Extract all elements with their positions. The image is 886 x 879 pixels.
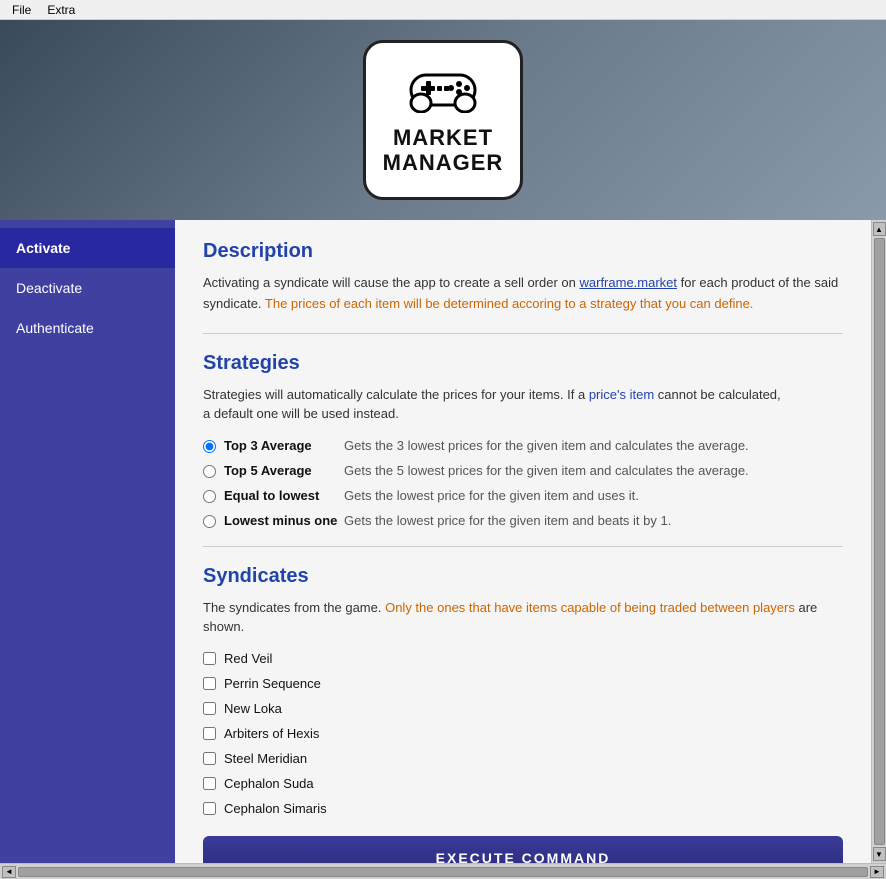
syndicate-checkbox-cephalon-simaris[interactable]: [203, 802, 216, 815]
syndicate-label-red-veil: Red Veil: [224, 651, 272, 666]
desc-text-1: Activating a syndicate will cause the ap…: [203, 275, 580, 290]
syndicate-item-arbiters: Arbiters of Hexis: [203, 726, 843, 741]
syndicate-checkbox-red-veil[interactable]: [203, 652, 216, 665]
syndicates-title: Syndicates: [203, 565, 843, 588]
syndicate-label-cephalon-simaris: Cephalon Simaris: [224, 801, 327, 816]
scroll-right-arrow[interactable]: ►: [870, 866, 884, 878]
syndicate-item-new-loka: New Loka: [203, 701, 843, 716]
syndicate-item-cephalon-suda: Cephalon Suda: [203, 776, 843, 791]
sidebar-item-authenticate[interactable]: Authenticate: [0, 308, 175, 348]
syn-desc-orange: Only the ones that have items capable of…: [385, 600, 795, 615]
syndicates-description: The syndicates from the game. Only the o…: [203, 598, 843, 637]
execute-btn-wrap: EXECUTE COMMAND: [203, 836, 843, 863]
strategy-label-top5: Top 5 Average: [224, 463, 344, 478]
strategy-item-top5: Top 5 Average Gets the 5 lowest prices f…: [203, 463, 843, 478]
sidebar: Activate Deactivate Authenticate: [0, 220, 175, 863]
strategy-label-lowest: Equal to lowest: [224, 488, 344, 503]
strategy-item-top3: Top 3 Average Gets the 3 lowest prices f…: [203, 438, 843, 453]
syndicate-label-steel: Steel Meridian: [224, 751, 307, 766]
execute-button[interactable]: EXECUTE COMMAND: [203, 836, 843, 863]
strategy-label-lowest-minus: Lowest minus one: [224, 513, 344, 528]
strategy-radio-lowest-minus[interactable]: [203, 515, 216, 528]
strat-desc-1: Strategies will automatically calculate …: [203, 387, 589, 402]
syndicate-label-arbiters: Arbiters of Hexis: [224, 726, 319, 741]
strategy-item-lowest-minus: Lowest minus one Gets the lowest price f…: [203, 513, 843, 528]
syndicate-item-perrin: Perrin Sequence: [203, 676, 843, 691]
strategy-desc-top3: Gets the 3 lowest prices for the given i…: [344, 438, 749, 453]
scroll-thumb[interactable]: [874, 238, 885, 845]
logo-box: MARKETMANAGER: [363, 40, 523, 200]
syndicate-label-cephalon-suda: Cephalon Suda: [224, 776, 314, 791]
syndicate-checkbox-new-loka[interactable]: [203, 702, 216, 715]
scroll-h-thumb[interactable]: [18, 867, 868, 877]
strategy-radio-top3[interactable]: [203, 440, 216, 453]
menu-file[interactable]: File: [4, 1, 39, 19]
syndicate-label-new-loka: New Loka: [224, 701, 282, 716]
syndicate-label-perrin: Perrin Sequence: [224, 676, 321, 691]
syndicate-checkbox-perrin[interactable]: [203, 677, 216, 690]
scrollbar: ▲ ▼: [871, 220, 886, 863]
strategies-title: Strategies: [203, 352, 843, 375]
syndicate-checkbox-arbiters[interactable]: [203, 727, 216, 740]
sidebar-item-activate[interactable]: Activate: [0, 228, 175, 268]
divider-2: [203, 546, 843, 547]
strategies-description: Strategies will automatically calculate …: [203, 385, 843, 424]
syndicate-item-steel: Steel Meridian: [203, 751, 843, 766]
scroll-up-arrow[interactable]: ▲: [873, 222, 886, 236]
syndicate-item-cephalon-simaris: Cephalon Simaris: [203, 801, 843, 816]
scroll-down-arrow[interactable]: ▼: [873, 847, 886, 861]
syndicate-list: Red Veil Perrin Sequence New Loka Arbite…: [203, 651, 843, 816]
description-text: Activating a syndicate will cause the ap…: [203, 273, 843, 315]
syn-desc-1: The syndicates from the game.: [203, 600, 385, 615]
logo-text: MARKETMANAGER: [383, 126, 504, 174]
strategy-item-lowest: Equal to lowest Gets the lowest price fo…: [203, 488, 843, 503]
bottom-scrollbar: ◄ ►: [0, 863, 886, 879]
divider-1: [203, 333, 843, 334]
controller-icon: [403, 65, 483, 122]
menu-extra[interactable]: Extra: [39, 1, 83, 19]
strategy-radio-lowest[interactable]: [203, 490, 216, 503]
strategy-desc-lowest-minus: Gets the lowest price for the given item…: [344, 513, 671, 528]
desc-link: warframe.market: [580, 275, 678, 290]
outer-wrapper: Activate Deactivate Authenticate Descrip…: [0, 220, 886, 879]
syndicate-item-red-veil: Red Veil: [203, 651, 843, 666]
syndicate-checkbox-steel[interactable]: [203, 752, 216, 765]
strategy-list: Top 3 Average Gets the 3 lowest prices f…: [203, 438, 843, 528]
menubar: File Extra: [0, 0, 886, 20]
desc-text-orange: The prices of each item will be determin…: [265, 296, 753, 311]
strategy-desc-lowest: Gets the lowest price for the given item…: [344, 488, 639, 503]
strategy-desc-top5: Gets the 5 lowest prices for the given i…: [344, 463, 749, 478]
strategy-radio-top5[interactable]: [203, 465, 216, 478]
strategy-label-top3: Top 3 Average: [224, 438, 344, 453]
description-title: Description: [203, 240, 843, 263]
header-banner: MARKETMANAGER: [0, 20, 886, 220]
syndicate-checkbox-cephalon-suda[interactable]: [203, 777, 216, 790]
sidebar-item-deactivate[interactable]: Deactivate: [0, 268, 175, 308]
strat-desc-blue: price's item: [589, 387, 654, 402]
inner-wrapper: Activate Deactivate Authenticate Descrip…: [0, 220, 886, 863]
content-area: Description Activating a syndicate will …: [175, 220, 871, 863]
scroll-left-arrow[interactable]: ◄: [2, 866, 16, 878]
